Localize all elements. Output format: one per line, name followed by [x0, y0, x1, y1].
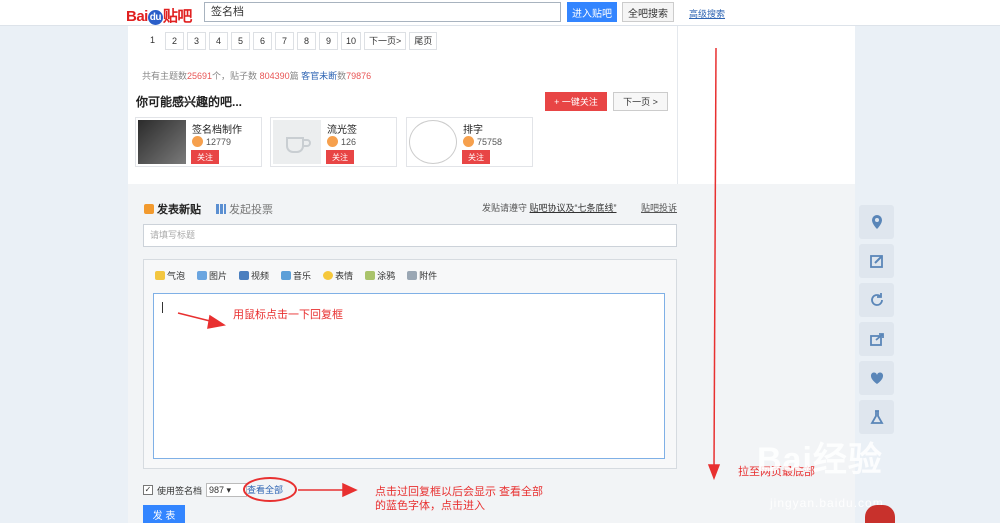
signature-row: ✓ 使用签名档 987 ▾	[143, 483, 248, 497]
signature-select[interactable]: 987 ▾	[206, 483, 248, 497]
watermark: Bai经验	[757, 441, 883, 479]
edit-icon	[869, 255, 883, 268]
side-button-share[interactable]	[859, 322, 894, 356]
flask-icon	[869, 410, 884, 424]
arrow-scroll-down	[713, 47, 717, 469]
highlight-circle	[243, 477, 297, 502]
arrowhead	[207, 314, 226, 329]
arrowhead	[342, 482, 358, 498]
side-button-edit[interactable]	[859, 244, 894, 278]
publish-button[interactable]: 发 表	[143, 505, 185, 523]
signature-label: 使用签名档	[157, 485, 203, 496]
side-button-refresh[interactable]	[859, 283, 894, 317]
location-pin-icon	[871, 215, 882, 229]
signature-checkbox[interactable]: ✓	[143, 485, 153, 495]
side-button-lab[interactable]	[859, 400, 894, 434]
watermark-url: jingyan.baidu.com	[770, 496, 884, 510]
heart-icon	[870, 372, 883, 384]
annotation-after-click-2: 的蓝色字体，点击进入	[375, 500, 485, 512]
annotation-click-box: 用鼠标点击一下回复框	[233, 309, 343, 321]
share-icon	[869, 333, 884, 346]
mailbox-icon	[865, 505, 895, 523]
side-button-location[interactable]	[859, 205, 894, 239]
refresh-icon	[870, 293, 883, 306]
arrowhead	[707, 464, 721, 481]
side-button-heart[interactable]	[859, 361, 894, 395]
